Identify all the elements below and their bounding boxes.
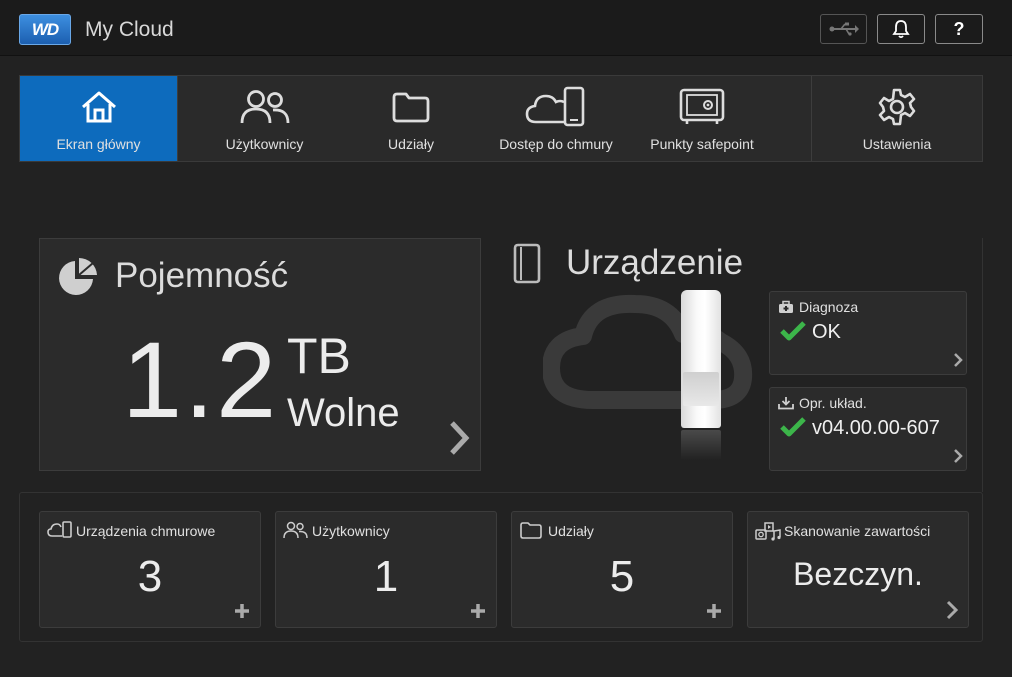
diagnosis-label: Diagnoza: [799, 299, 858, 315]
tab-label: Użytkownicy: [226, 136, 304, 152]
folder-icon: [391, 91, 431, 123]
tab-safepoints[interactable]: Punkty safepoint: [641, 76, 763, 161]
nav-spacer: [763, 76, 811, 161]
firmware-card[interactable]: Opr. układ. v04.00.00-607: [769, 387, 967, 471]
cloud-icon: [543, 290, 753, 420]
tab-label: Ekran główny: [56, 136, 140, 152]
bell-icon: [892, 19, 910, 39]
tab-home[interactable]: Ekran główny: [20, 76, 177, 161]
capacity-panel[interactable]: Pojemność 1.2 TB Wolne: [39, 238, 481, 471]
plus-icon[interactable]: [705, 602, 723, 620]
tile-label: Skanowanie zawartości: [784, 523, 930, 539]
tile-value: 3: [40, 552, 260, 602]
tile-value: 1: [276, 552, 496, 602]
tab-label: Ustawienia: [863, 136, 931, 152]
device-image: [681, 290, 721, 428]
tile-label: Użytkownicy: [312, 523, 390, 539]
app-title: My Cloud: [85, 18, 174, 42]
check-icon: [780, 416, 806, 438]
tab-users[interactable]: Użytkownicy: [178, 76, 351, 161]
tab-cloud-access[interactable]: Dostęp do chmury: [471, 76, 641, 161]
chevron-right-icon[interactable]: [447, 419, 471, 457]
firmware-label: Opr. układ.: [799, 395, 867, 411]
media-scan-icon: [755, 521, 781, 541]
check-icon: [780, 320, 806, 342]
tab-label: Dostęp do chmury: [499, 136, 613, 152]
folder-icon: [519, 521, 543, 539]
tile-shares[interactable]: Udziały 5: [511, 511, 733, 628]
device-front-panel: [683, 372, 719, 406]
tile-value: Bezczyn.: [748, 556, 968, 593]
capacity-free-label: Wolne: [287, 391, 400, 436]
tab-settings[interactable]: Ustawienia: [812, 76, 982, 161]
device-reflection: [681, 430, 721, 460]
help-button[interactable]: ?: [935, 14, 983, 44]
tile-cloud-devices[interactable]: Urządzenia chmurowe 3: [39, 511, 261, 628]
gear-icon: [877, 87, 917, 127]
usb-button[interactable]: [820, 14, 867, 44]
users-icon: [239, 89, 291, 125]
device-title: Urządzenie: [566, 243, 743, 283]
safe-icon: [678, 87, 726, 127]
users-icon: [283, 521, 309, 539]
device-icon: [512, 242, 542, 284]
download-icon: [778, 396, 794, 410]
tab-shares[interactable]: Udziały: [351, 76, 471, 161]
chevron-right-icon[interactable]: [953, 448, 963, 464]
tile-label: Udziały: [548, 523, 594, 539]
tile-users[interactable]: Użytkownicy 1: [275, 511, 497, 628]
capacity-value: 1.2: [122, 317, 278, 442]
plus-icon[interactable]: [469, 602, 487, 620]
firmware-value: v04.00.00-607: [812, 417, 940, 440]
tile-value: 5: [512, 552, 732, 602]
cloud-devices-icon: [47, 521, 73, 539]
tile-content-scan[interactable]: Skanowanie zawartości Bezczyn.: [747, 511, 969, 628]
chevron-right-icon[interactable]: [953, 352, 963, 368]
notifications-button[interactable]: [877, 14, 925, 44]
capacity-title: Pojemność: [115, 256, 288, 296]
wd-logo: WD: [19, 14, 71, 45]
tile-label: Urządzenia chmurowe: [76, 523, 215, 539]
medkit-icon: [778, 300, 794, 314]
capacity-unit: TB: [287, 327, 351, 385]
cloud-device-icon: [524, 86, 588, 128]
tab-label: Punkty safepoint: [650, 136, 754, 152]
chevron-right-icon[interactable]: [945, 600, 959, 620]
pie-chart-icon: [55, 255, 101, 301]
usb-icon: [829, 22, 859, 36]
tab-label: Udziały: [388, 136, 434, 152]
diagnosis-value: OK: [812, 321, 841, 344]
main-nav: Ekran główny Użytkownicy Udziały Dostęp …: [19, 75, 983, 162]
home-icon: [79, 90, 119, 124]
diagnosis-card[interactable]: Diagnoza OK: [769, 291, 967, 375]
top-header: WD My Cloud ?: [0, 0, 1012, 56]
plus-icon[interactable]: [233, 602, 251, 620]
